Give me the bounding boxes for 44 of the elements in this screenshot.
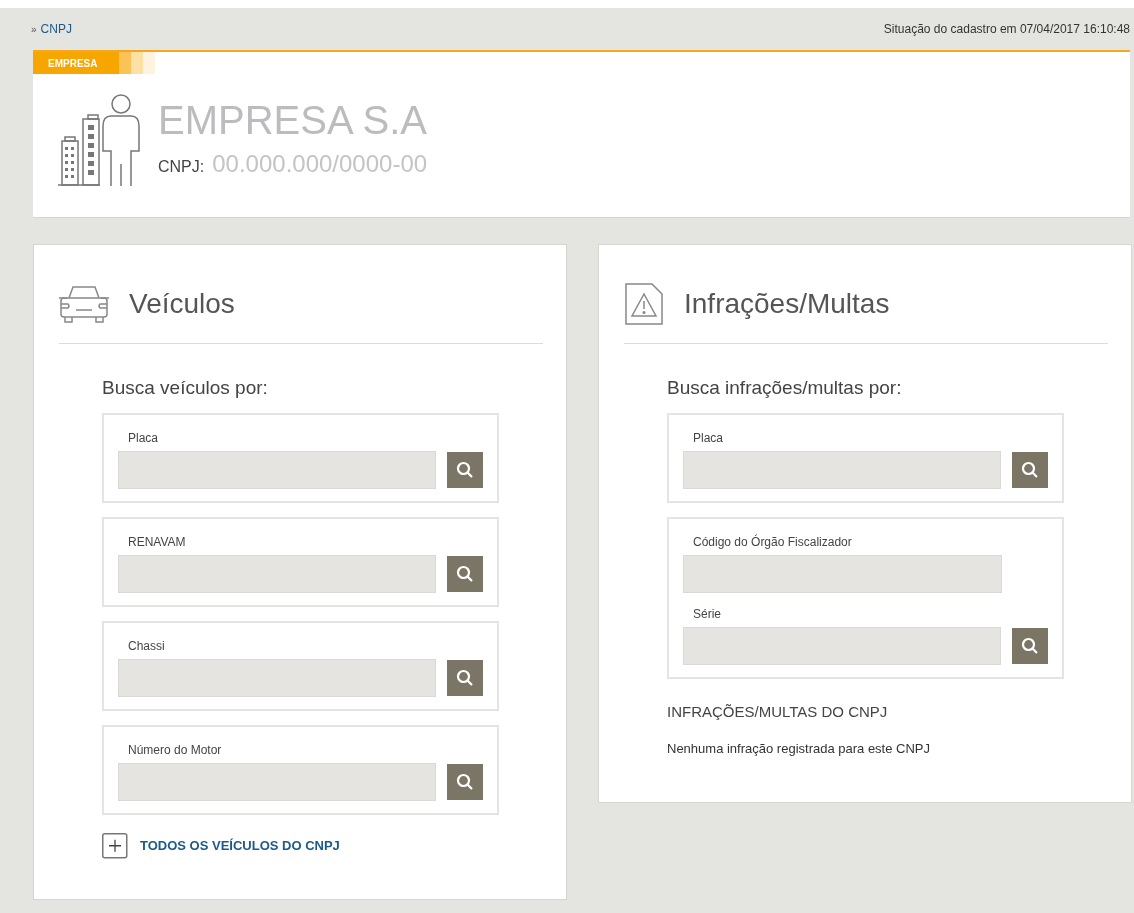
cnpj-label: CNPJ: bbox=[158, 157, 205, 177]
panel-title: Infrações/Multas bbox=[684, 287, 890, 321]
search-icon bbox=[456, 668, 475, 687]
search-prompt: Busca veículos por: bbox=[102, 376, 269, 400]
input-field[interactable] bbox=[683, 626, 1002, 665]
search-button[interactable] bbox=[447, 763, 483, 800]
field-label: Número do Motor bbox=[128, 741, 223, 759]
car-icon bbox=[59, 284, 109, 324]
field-label: Chassi bbox=[128, 637, 166, 655]
field-label: Placa bbox=[128, 429, 160, 447]
breadcrumb-link[interactable]: CNPJ bbox=[40, 20, 72, 38]
warning-document-icon bbox=[624, 282, 664, 326]
breadcrumb-marker: » bbox=[31, 22, 37, 37]
search-icon bbox=[456, 460, 475, 479]
search-button[interactable] bbox=[1012, 627, 1048, 664]
tab-fade-drawing bbox=[119, 52, 155, 74]
company-name: EMPRESA S.A bbox=[158, 97, 428, 144]
search-button[interactable] bbox=[447, 659, 483, 696]
search-button[interactable] bbox=[447, 451, 483, 488]
plus-icon bbox=[102, 832, 128, 859]
building-person-icon bbox=[58, 94, 142, 188]
input-field[interactable] bbox=[118, 762, 437, 801]
status-text: Situação do cadastro em 07/04/2017 16:10:48 bbox=[883, 21, 1130, 38]
vehicles-link[interactable]: TODOS OS VEÍCULOS DO CNPJ bbox=[140, 835, 340, 856]
search-icon bbox=[1021, 636, 1040, 655]
input-field[interactable] bbox=[118, 658, 437, 697]
input-field[interactable] bbox=[118, 554, 437, 593]
search-button[interactable] bbox=[1012, 451, 1048, 488]
search-button[interactable] bbox=[447, 555, 483, 592]
panel-title: Veículos bbox=[129, 287, 235, 321]
field-label: Placa bbox=[693, 429, 725, 447]
input-field[interactable] bbox=[683, 450, 1002, 489]
section-heading: INFRAÇÕES/MULTAS DO CNPJ bbox=[667, 701, 889, 722]
field-label: RENAVAM bbox=[128, 533, 187, 551]
input-field[interactable] bbox=[118, 450, 437, 489]
search-icon bbox=[1021, 460, 1040, 479]
cnpj-value: 00.000.000/0000-00 bbox=[212, 149, 428, 179]
search-prompt: Busca infrações/multas por: bbox=[667, 376, 903, 400]
field-label: Código do Órgão Fiscalizador bbox=[693, 533, 853, 551]
search-icon bbox=[456, 772, 475, 791]
field-label: Série bbox=[693, 605, 722, 623]
input-field[interactable] bbox=[683, 554, 1002, 593]
empty-message: Nenhuma infração registrada para este CNPJ bbox=[667, 740, 932, 758]
search-icon bbox=[456, 564, 475, 583]
